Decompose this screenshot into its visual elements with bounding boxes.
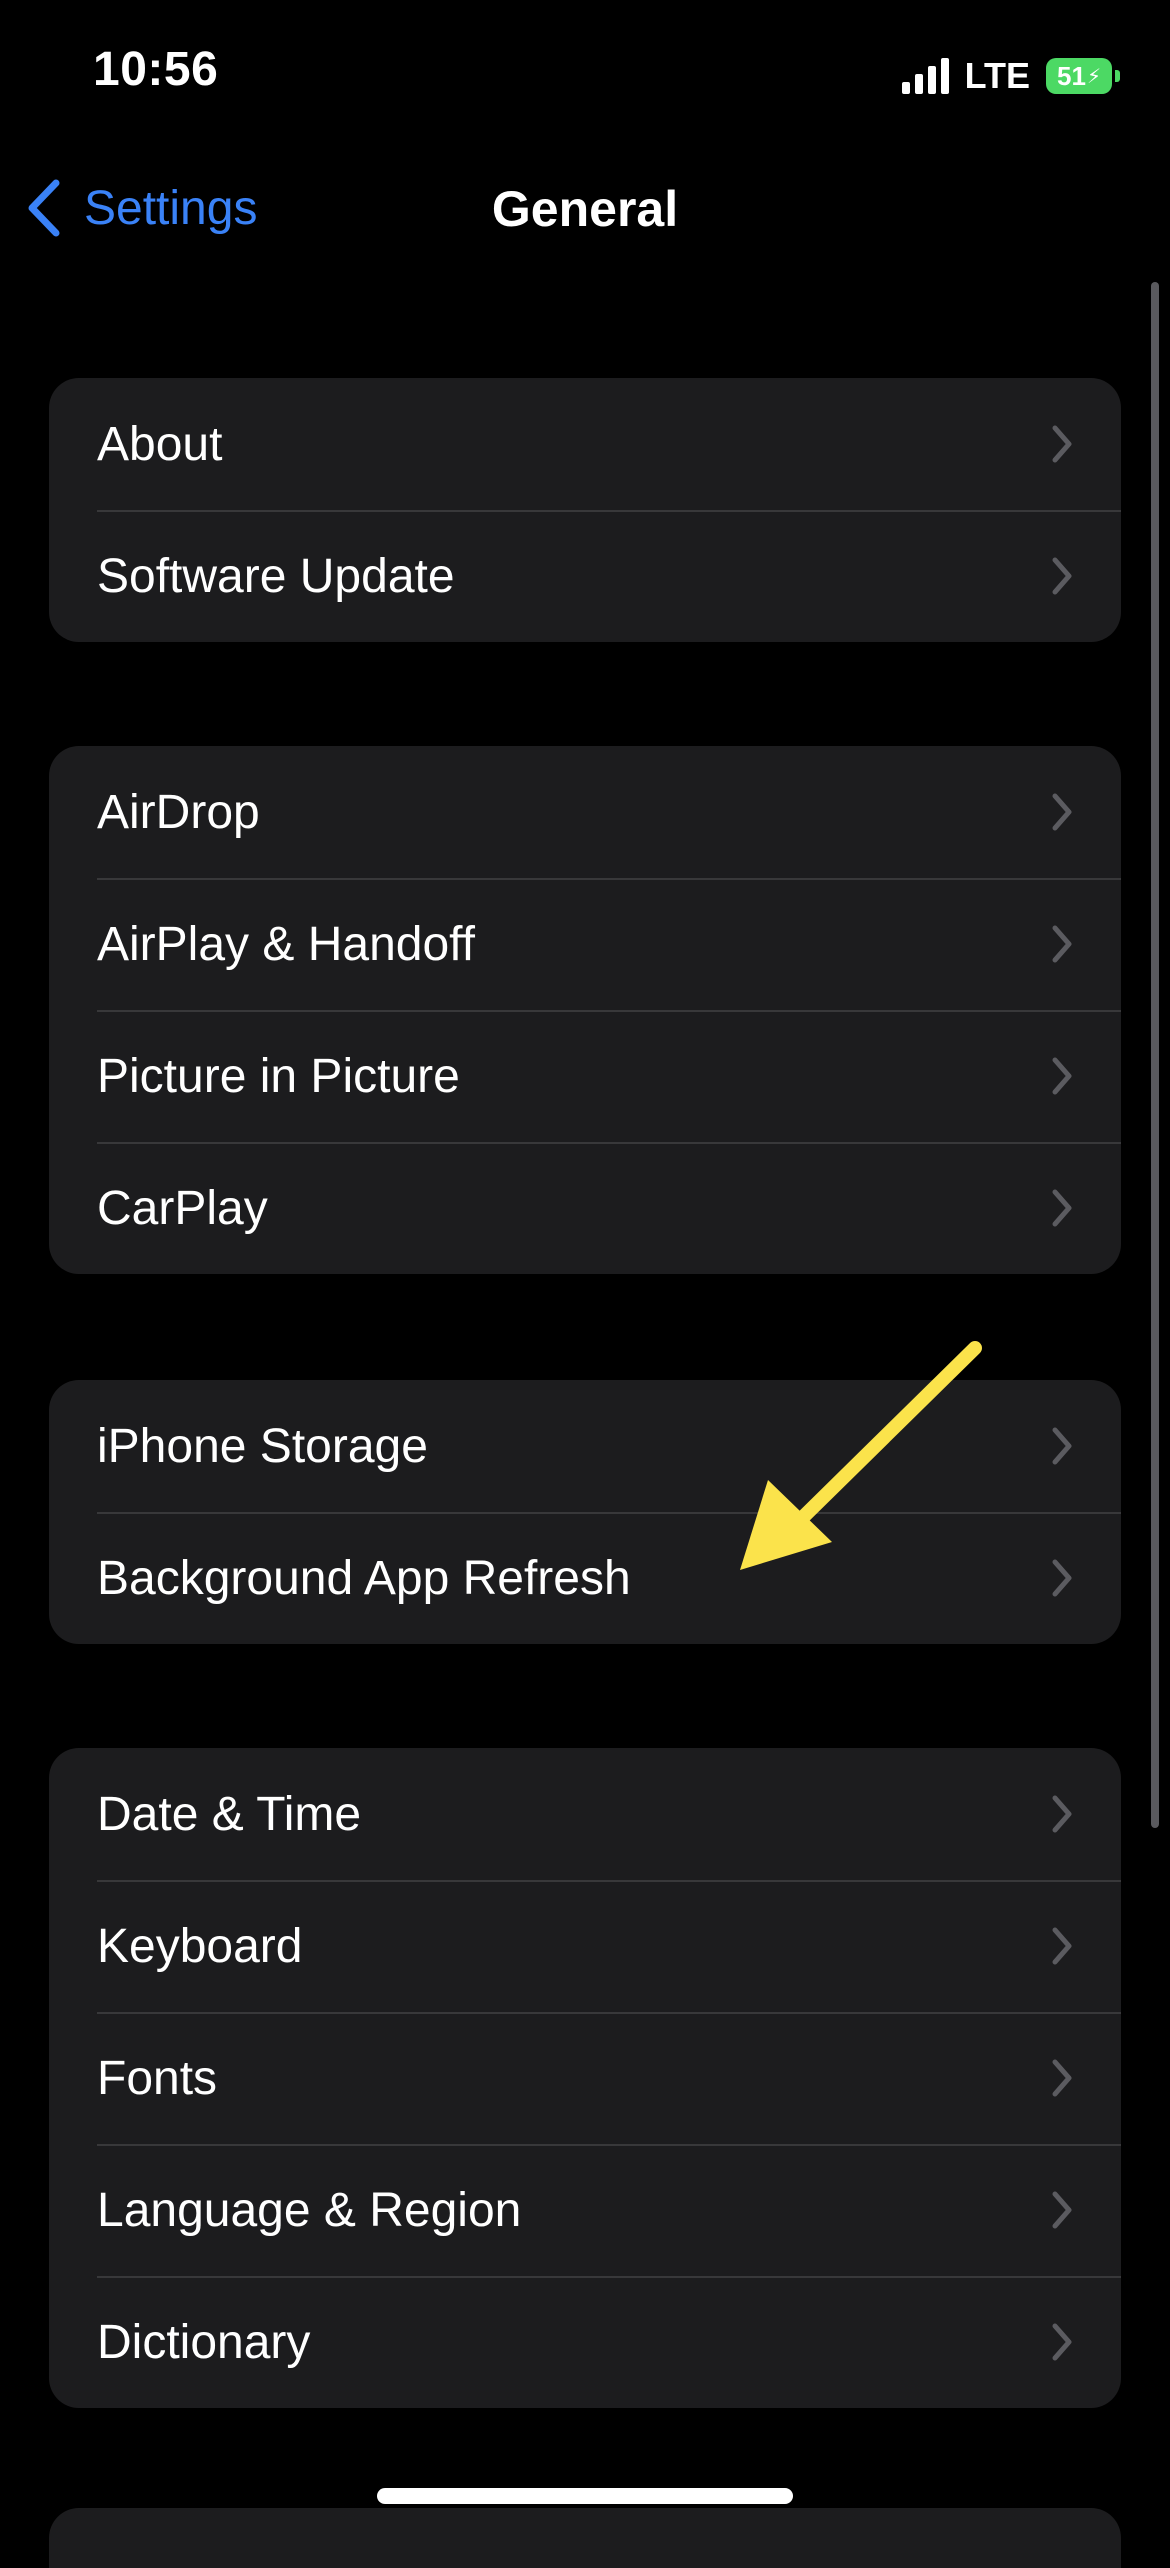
home-indicator[interactable]	[377, 2488, 793, 2504]
row-label: AirPlay & Handoff	[97, 917, 475, 971]
settings-group-connectivity: AirDrop AirPlay & Handoff Picture in Pic…	[49, 746, 1121, 1274]
chevron-right-icon	[1052, 925, 1072, 963]
navigation-bar: Settings General	[0, 160, 1170, 256]
status-indicators: LTE 51 ⚡	[901, 55, 1120, 96]
chevron-right-icon	[1052, 1057, 1072, 1095]
row-language-region[interactable]: Language & Region	[49, 2144, 1121, 2276]
row-label: Dictionary	[97, 2315, 311, 2369]
chevron-right-icon	[1052, 557, 1072, 595]
row-software-update[interactable]: Software Update	[49, 510, 1121, 642]
row-label: Background App Refresh	[97, 1551, 631, 1605]
row-label: About	[97, 417, 223, 471]
row-keyboard[interactable]: Keyboard	[49, 1880, 1121, 2012]
row-carplay[interactable]: CarPlay	[49, 1142, 1121, 1274]
chevron-right-icon	[1052, 2191, 1072, 2229]
row-label: iPhone Storage	[97, 1419, 428, 1473]
row-picture-in-picture[interactable]: Picture in Picture	[49, 1010, 1121, 1142]
chevron-right-icon	[1052, 1427, 1072, 1465]
battery-tip	[1115, 70, 1120, 82]
charging-bolt-icon: ⚡	[1086, 65, 1101, 88]
row-label: AirDrop	[97, 785, 260, 839]
network-type: LTE	[964, 55, 1030, 96]
scroll-indicator[interactable]	[1151, 282, 1159, 1828]
row-label: Picture in Picture	[97, 1049, 460, 1103]
row-fonts[interactable]: Fonts	[49, 2012, 1121, 2144]
row-date-time[interactable]: Date & Time	[49, 1748, 1121, 1880]
chevron-right-icon	[1052, 1927, 1072, 1965]
settings-group-about: About Software Update	[49, 378, 1121, 642]
row-about[interactable]: About	[49, 378, 1121, 510]
chevron-right-icon	[1052, 1795, 1072, 1833]
settings-group-locale: Date & Time Keyboard Fonts Language & Re…	[49, 1748, 1121, 2408]
arrow-annotation-icon	[740, 1341, 982, 1570]
battery-icon: 51 ⚡	[1046, 58, 1120, 94]
chevron-right-icon	[1052, 1559, 1072, 1597]
row-airplay-handoff[interactable]: AirPlay & Handoff	[49, 878, 1121, 1010]
status-bar: 10:56 LTE 51 ⚡	[0, 0, 1170, 150]
row-label: Fonts	[97, 2051, 218, 2105]
row-label: Language & Region	[97, 2183, 522, 2237]
row-label: Software Update	[97, 549, 455, 603]
row-airdrop[interactable]: AirDrop	[49, 746, 1121, 878]
chevron-right-icon	[1052, 2323, 1072, 2361]
row-label: CarPlay	[97, 1181, 268, 1235]
chevron-right-icon	[1052, 1189, 1072, 1227]
status-time: 10:56	[93, 43, 219, 96]
chevron-right-icon	[1052, 793, 1072, 831]
chevron-right-icon	[1052, 2059, 1072, 2097]
row-label: Date & Time	[97, 1787, 362, 1841]
row-dictionary[interactable]: Dictionary	[49, 2276, 1121, 2408]
row-label: Keyboard	[97, 1919, 303, 1973]
cellular-signal-icon	[901, 58, 949, 94]
page-title: General	[491, 181, 679, 237]
chevron-right-icon	[1052, 425, 1072, 463]
settings-group-next	[49, 2508, 1121, 2568]
battery-level: 51	[1057, 60, 1086, 91]
